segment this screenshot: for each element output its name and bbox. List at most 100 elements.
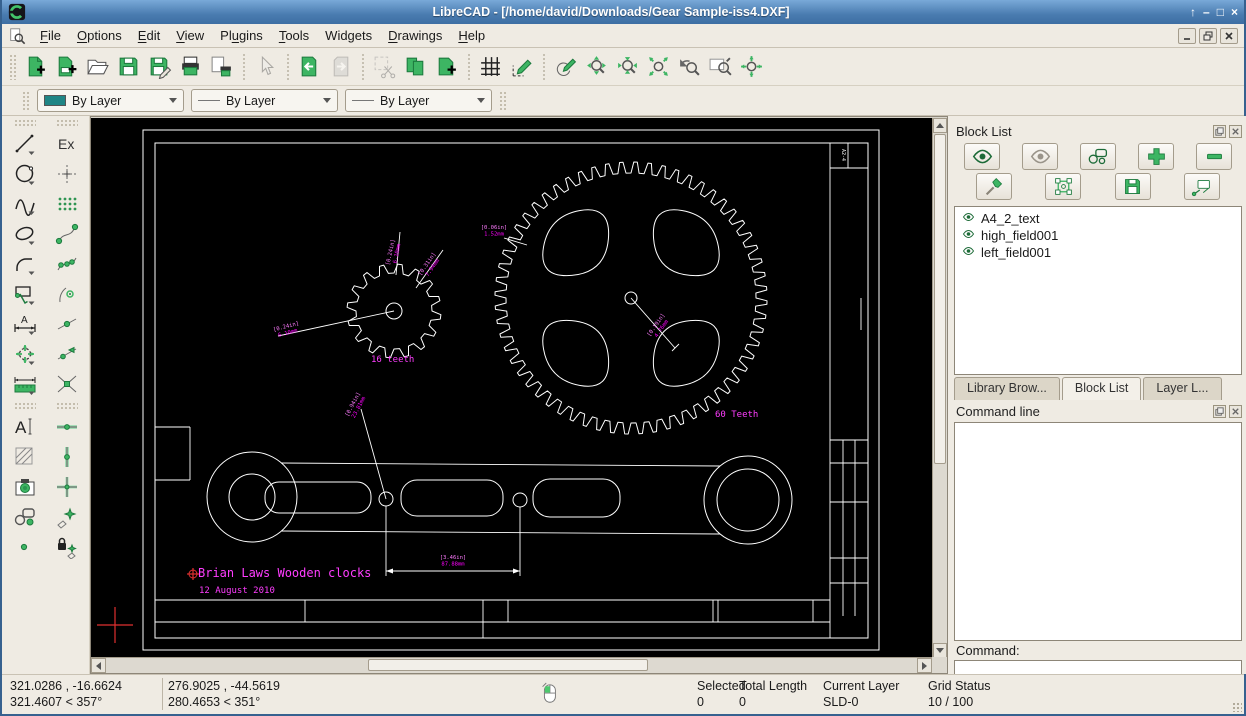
close-panel-button[interactable] bbox=[1229, 124, 1242, 138]
remove-block-button[interactable] bbox=[1196, 143, 1232, 170]
cad-canvas[interactable]: Brian Laws Wooden clocks 12 August 2010 16… bbox=[91, 118, 932, 658]
save-block-button[interactable] bbox=[1114, 173, 1151, 200]
zoom-in-button[interactable] bbox=[581, 51, 612, 82]
move-tool-button[interactable] bbox=[9, 339, 41, 369]
new-from-template-button[interactable] bbox=[51, 51, 82, 82]
toolbar-grip[interactable] bbox=[9, 53, 17, 80]
toolbar-grip[interactable] bbox=[13, 402, 36, 410]
pointer-button[interactable] bbox=[250, 51, 281, 82]
exclusive-tool-button[interactable]: Ex bbox=[51, 129, 83, 159]
horizontal-scrollbar[interactable] bbox=[91, 657, 932, 673]
set-relative-zero-tool-button[interactable] bbox=[51, 502, 83, 532]
snap-endpoint-tool-button[interactable] bbox=[51, 219, 83, 249]
toolbar-grip[interactable] bbox=[499, 90, 507, 111]
menu-help[interactable]: Help bbox=[450, 26, 493, 45]
close-panel-button[interactable] bbox=[1229, 404, 1242, 418]
restrict-vertical-tool-button[interactable] bbox=[51, 442, 83, 472]
menu-tools[interactable]: Tools bbox=[271, 26, 317, 45]
show-all-blocks-button[interactable] bbox=[964, 143, 1000, 170]
tab-layer-l[interactable]: Layer L... bbox=[1143, 377, 1222, 400]
rename-block-button[interactable] bbox=[976, 173, 1012, 200]
restrict-orthogonal-tool-button[interactable] bbox=[51, 472, 83, 502]
image-tool-button[interactable] bbox=[9, 472, 41, 502]
edit-block-button[interactable] bbox=[1045, 173, 1082, 200]
vertical-scrollbar-thumb[interactable] bbox=[934, 134, 946, 464]
scroll-left-button[interactable] bbox=[91, 658, 106, 673]
zoom-out-button[interactable] bbox=[612, 51, 643, 82]
menu-file[interactable]: File bbox=[32, 26, 69, 45]
ellipse-tool-button[interactable] bbox=[9, 219, 41, 249]
window-zoom-button[interactable] bbox=[705, 51, 736, 82]
scroll-up-button[interactable] bbox=[933, 118, 947, 133]
snap-on-entity-tool-button[interactable] bbox=[51, 249, 83, 279]
block-list-item[interactable]: left_field001 bbox=[957, 244, 1239, 261]
color-dropdown[interactable]: By Layer bbox=[37, 89, 184, 112]
block-visible-eye-icon[interactable] bbox=[961, 211, 976, 226]
dimension-tool-button[interactable]: A bbox=[9, 309, 41, 339]
line-width-dropdown[interactable]: By Layer bbox=[191, 89, 338, 112]
float-panel-button[interactable] bbox=[1213, 404, 1226, 418]
tab-library-brow[interactable]: Library Brow... bbox=[954, 377, 1060, 400]
snap-distance-tool-button[interactable] bbox=[51, 339, 83, 369]
add-block-button[interactable] bbox=[1138, 143, 1174, 170]
snap-center-tool-button[interactable] bbox=[51, 279, 83, 309]
text-tool-button[interactable]: A bbox=[9, 412, 41, 442]
menu-edit[interactable]: Edit bbox=[130, 26, 168, 45]
cut-button[interactable] bbox=[369, 51, 400, 82]
curve-tool-button[interactable] bbox=[9, 249, 41, 279]
redo-button[interactable] bbox=[325, 51, 356, 82]
toolbar-grip[interactable] bbox=[22, 90, 30, 111]
shade-window-button[interactable]: ↑ bbox=[1190, 3, 1196, 21]
menu-plugins[interactable]: Plugins bbox=[212, 26, 271, 45]
snap-intersection-tool-button[interactable] bbox=[51, 369, 83, 399]
block-visible-eye-icon[interactable] bbox=[961, 245, 976, 260]
restrict-horizontal-tool-button[interactable] bbox=[51, 412, 83, 442]
undo-button[interactable] bbox=[294, 51, 325, 82]
insert-block-button[interactable] bbox=[1183, 173, 1220, 200]
menu-view[interactable]: View bbox=[168, 26, 212, 45]
toolbar-grip[interactable] bbox=[55, 402, 78, 410]
draft-button[interactable] bbox=[506, 51, 537, 82]
menu-drawings[interactable]: Drawings bbox=[380, 26, 450, 45]
toolbar-grip[interactable] bbox=[13, 119, 36, 127]
spline-tool-button[interactable] bbox=[9, 189, 41, 219]
menu-options[interactable]: Options bbox=[69, 26, 130, 45]
mdi-close-button[interactable] bbox=[1220, 27, 1238, 44]
block-list-item[interactable]: high_field001 bbox=[957, 227, 1239, 244]
lock-relative-zero-tool-button[interactable] bbox=[51, 532, 83, 562]
snap-free-tool-button[interactable] bbox=[51, 159, 83, 189]
save-button[interactable] bbox=[113, 51, 144, 82]
hatch-tool-button[interactable] bbox=[9, 442, 41, 472]
point-tool-button[interactable] bbox=[9, 532, 41, 562]
save-as-button[interactable] bbox=[144, 51, 175, 82]
previous-view-button[interactable] bbox=[674, 51, 705, 82]
mdi-minimize-button[interactable] bbox=[1178, 27, 1196, 44]
grid-button[interactable] bbox=[475, 51, 506, 82]
mdi-restore-button[interactable] bbox=[1199, 27, 1217, 44]
measure-tool-button[interactable] bbox=[9, 369, 41, 399]
block-list[interactable]: A4_2_text high_field001 left_field001 bbox=[954, 206, 1242, 375]
minimize-window-button[interactable]: – bbox=[1203, 3, 1210, 21]
pan-button[interactable] bbox=[736, 51, 767, 82]
snap-grid-tool-button[interactable] bbox=[51, 189, 83, 219]
block-list-item[interactable]: A4_2_text bbox=[957, 210, 1239, 227]
command-history[interactable] bbox=[954, 422, 1242, 641]
resize-grip[interactable] bbox=[1232, 702, 1242, 712]
toggle-block-visibility-button[interactable] bbox=[1080, 143, 1116, 170]
circle-tool-button[interactable] bbox=[9, 159, 41, 189]
vertical-scrollbar[interactable] bbox=[932, 118, 947, 658]
scroll-right-button[interactable] bbox=[917, 658, 932, 673]
paste-button[interactable] bbox=[431, 51, 462, 82]
block-visible-eye-icon[interactable] bbox=[961, 228, 976, 243]
redraw-button[interactable] bbox=[550, 51, 581, 82]
hide-all-blocks-button[interactable] bbox=[1022, 143, 1058, 170]
tab-block-list[interactable]: Block List bbox=[1061, 377, 1142, 400]
print-preview-button[interactable] bbox=[206, 51, 237, 82]
line-tool-button[interactable] bbox=[9, 129, 41, 159]
maximize-window-button[interactable]: □ bbox=[1217, 3, 1224, 21]
block-tool-button[interactable] bbox=[9, 502, 41, 532]
snap-middle-tool-button[interactable] bbox=[51, 309, 83, 339]
print-button[interactable] bbox=[175, 51, 206, 82]
toolbar-grip[interactable] bbox=[55, 119, 78, 127]
line-type-dropdown[interactable]: By Layer bbox=[345, 89, 492, 112]
